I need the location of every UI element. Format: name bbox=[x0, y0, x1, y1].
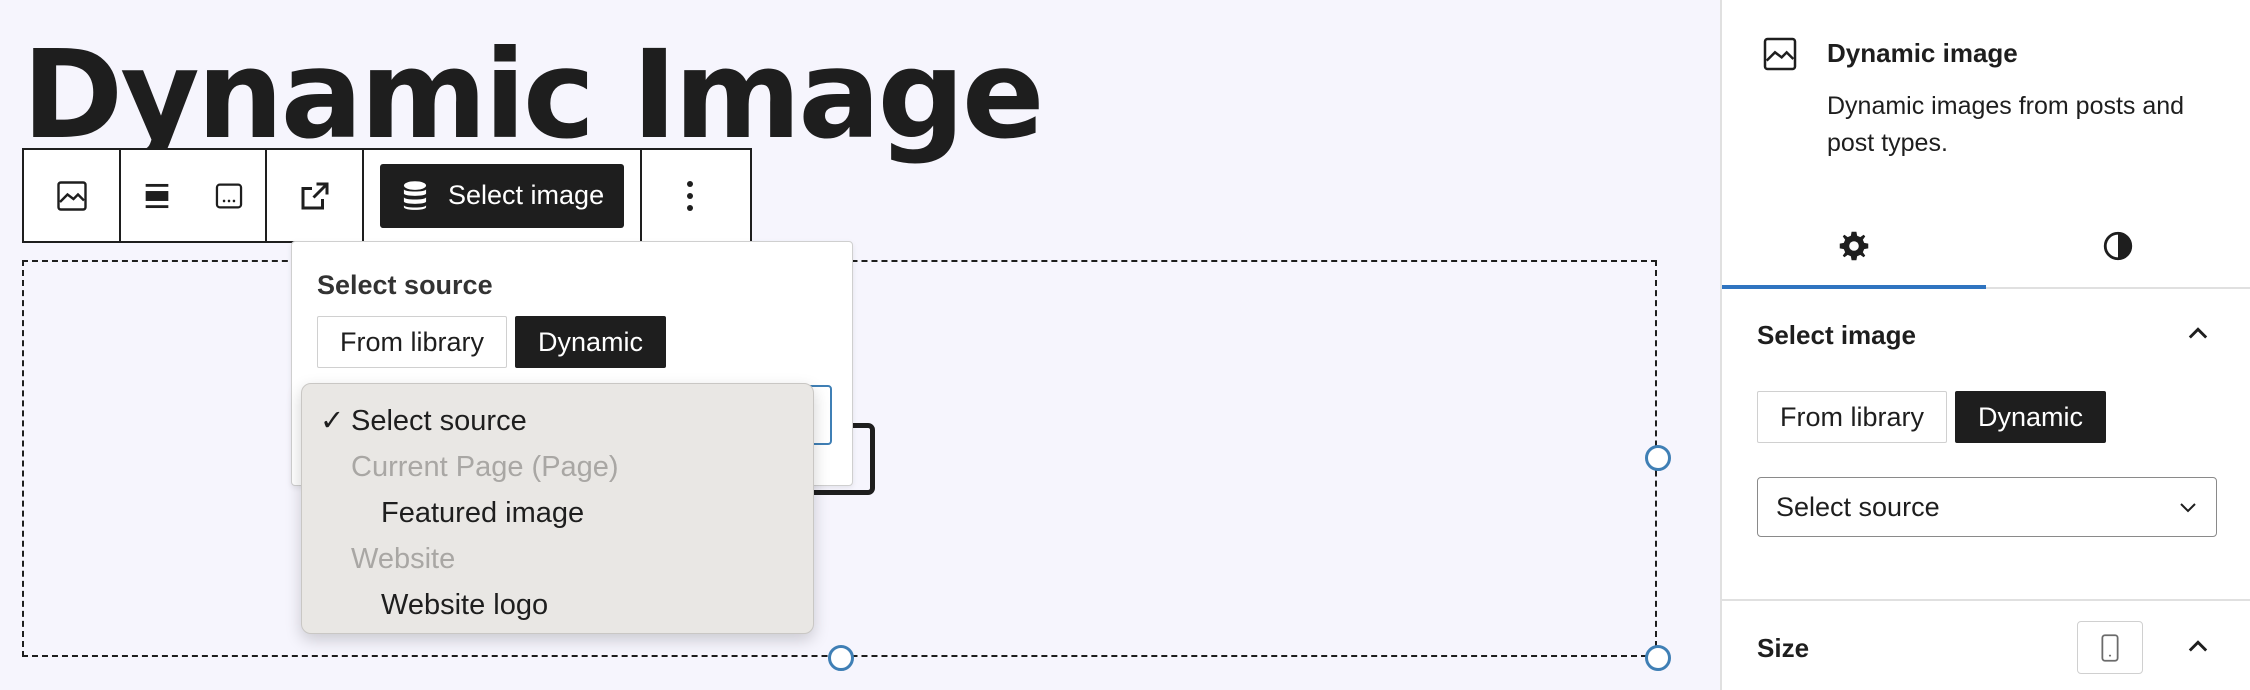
toolbar-group-source: Select image bbox=[364, 150, 643, 241]
styles-icon bbox=[2103, 231, 2133, 261]
source-toggle: From library Dynamic bbox=[317, 316, 667, 368]
resize-handle-corner[interactable] bbox=[1645, 645, 1671, 671]
caption-button[interactable] bbox=[193, 150, 265, 241]
sidebar-dynamic-button[interactable]: Dynamic bbox=[1955, 391, 2107, 443]
sidebar-source-select-value: Select source bbox=[1776, 491, 1940, 522]
block-type-button[interactable] bbox=[24, 150, 119, 241]
block-card-description: Dynamic images from posts and post types… bbox=[1827, 92, 2185, 157]
popover-heading: Select source bbox=[317, 270, 493, 300]
database-icon bbox=[403, 180, 427, 210]
dropdown-option-featured-image[interactable]: Featured image bbox=[302, 490, 813, 536]
size-panel-title[interactable]: Size bbox=[1757, 633, 1809, 664]
image-icon bbox=[56, 180, 87, 211]
gear-icon bbox=[1839, 231, 1869, 261]
dropdown-option-label: Select source bbox=[351, 405, 527, 437]
editor-canvas: Dynamic Image Select image Select source… bbox=[0, 0, 1720, 690]
chevron-down-icon bbox=[2180, 503, 2196, 513]
device-preview-button[interactable] bbox=[2077, 621, 2143, 674]
select-image-panel-title[interactable]: Select image bbox=[1757, 320, 1916, 351]
settings-sidebar: Dynamic image Dynamic images from posts … bbox=[1720, 0, 2250, 690]
align-button[interactable] bbox=[121, 150, 193, 241]
tab-styles[interactable] bbox=[1986, 205, 2250, 287]
block-toolbar: Select image bbox=[22, 148, 752, 243]
sidebar-source-toggle: From library Dynamic bbox=[1757, 391, 2107, 443]
mobile-device-icon bbox=[2101, 633, 2119, 662]
dropdown-option-website-logo[interactable]: Website logo bbox=[302, 582, 813, 628]
more-vertical-icon bbox=[687, 180, 694, 211]
resize-handle-right[interactable] bbox=[1645, 445, 1671, 471]
link-button[interactable] bbox=[267, 150, 362, 241]
dropdown-group-website: Website bbox=[351, 543, 456, 575]
checkmark-icon: ✓ bbox=[320, 405, 345, 437]
from-library-button[interactable]: From library bbox=[317, 316, 508, 368]
sidebar-from-library-button[interactable]: From library bbox=[1757, 391, 1948, 443]
tab-settings[interactable] bbox=[1722, 205, 1986, 289]
caption-icon bbox=[215, 183, 243, 208]
chevron-up-icon[interactable] bbox=[2184, 633, 2212, 661]
more-options-button[interactable] bbox=[642, 150, 738, 241]
select-image-label: Select image bbox=[448, 180, 605, 210]
select-image-button[interactable]: Select image bbox=[380, 163, 625, 228]
image-icon bbox=[1763, 37, 1797, 71]
toolbar-group-link bbox=[267, 150, 364, 241]
block-card-title: Dynamic image bbox=[1827, 38, 2018, 68]
toolbar-group-block bbox=[24, 150, 121, 241]
chevron-up-icon[interactable] bbox=[2184, 320, 2212, 348]
dropdown-option-select-source[interactable]: ✓ Select source bbox=[302, 398, 813, 444]
dynamic-button[interactable]: Dynamic bbox=[515, 316, 667, 368]
source-dropdown-list: ✓ Select source Current Page (Page) Featu… bbox=[301, 383, 814, 634]
sidebar-tabs bbox=[1722, 205, 2250, 289]
toolbar-group-more bbox=[642, 150, 738, 241]
dropdown-group-current-page: Current Page (Page) bbox=[351, 451, 619, 483]
align-icon bbox=[145, 183, 169, 208]
external-link-icon bbox=[301, 182, 328, 209]
resize-handle-bottom[interactable] bbox=[828, 645, 854, 671]
sidebar-source-select[interactable]: Select source bbox=[1757, 477, 2217, 537]
panel-divider bbox=[1722, 599, 2250, 601]
toolbar-group-align bbox=[121, 150, 267, 241]
